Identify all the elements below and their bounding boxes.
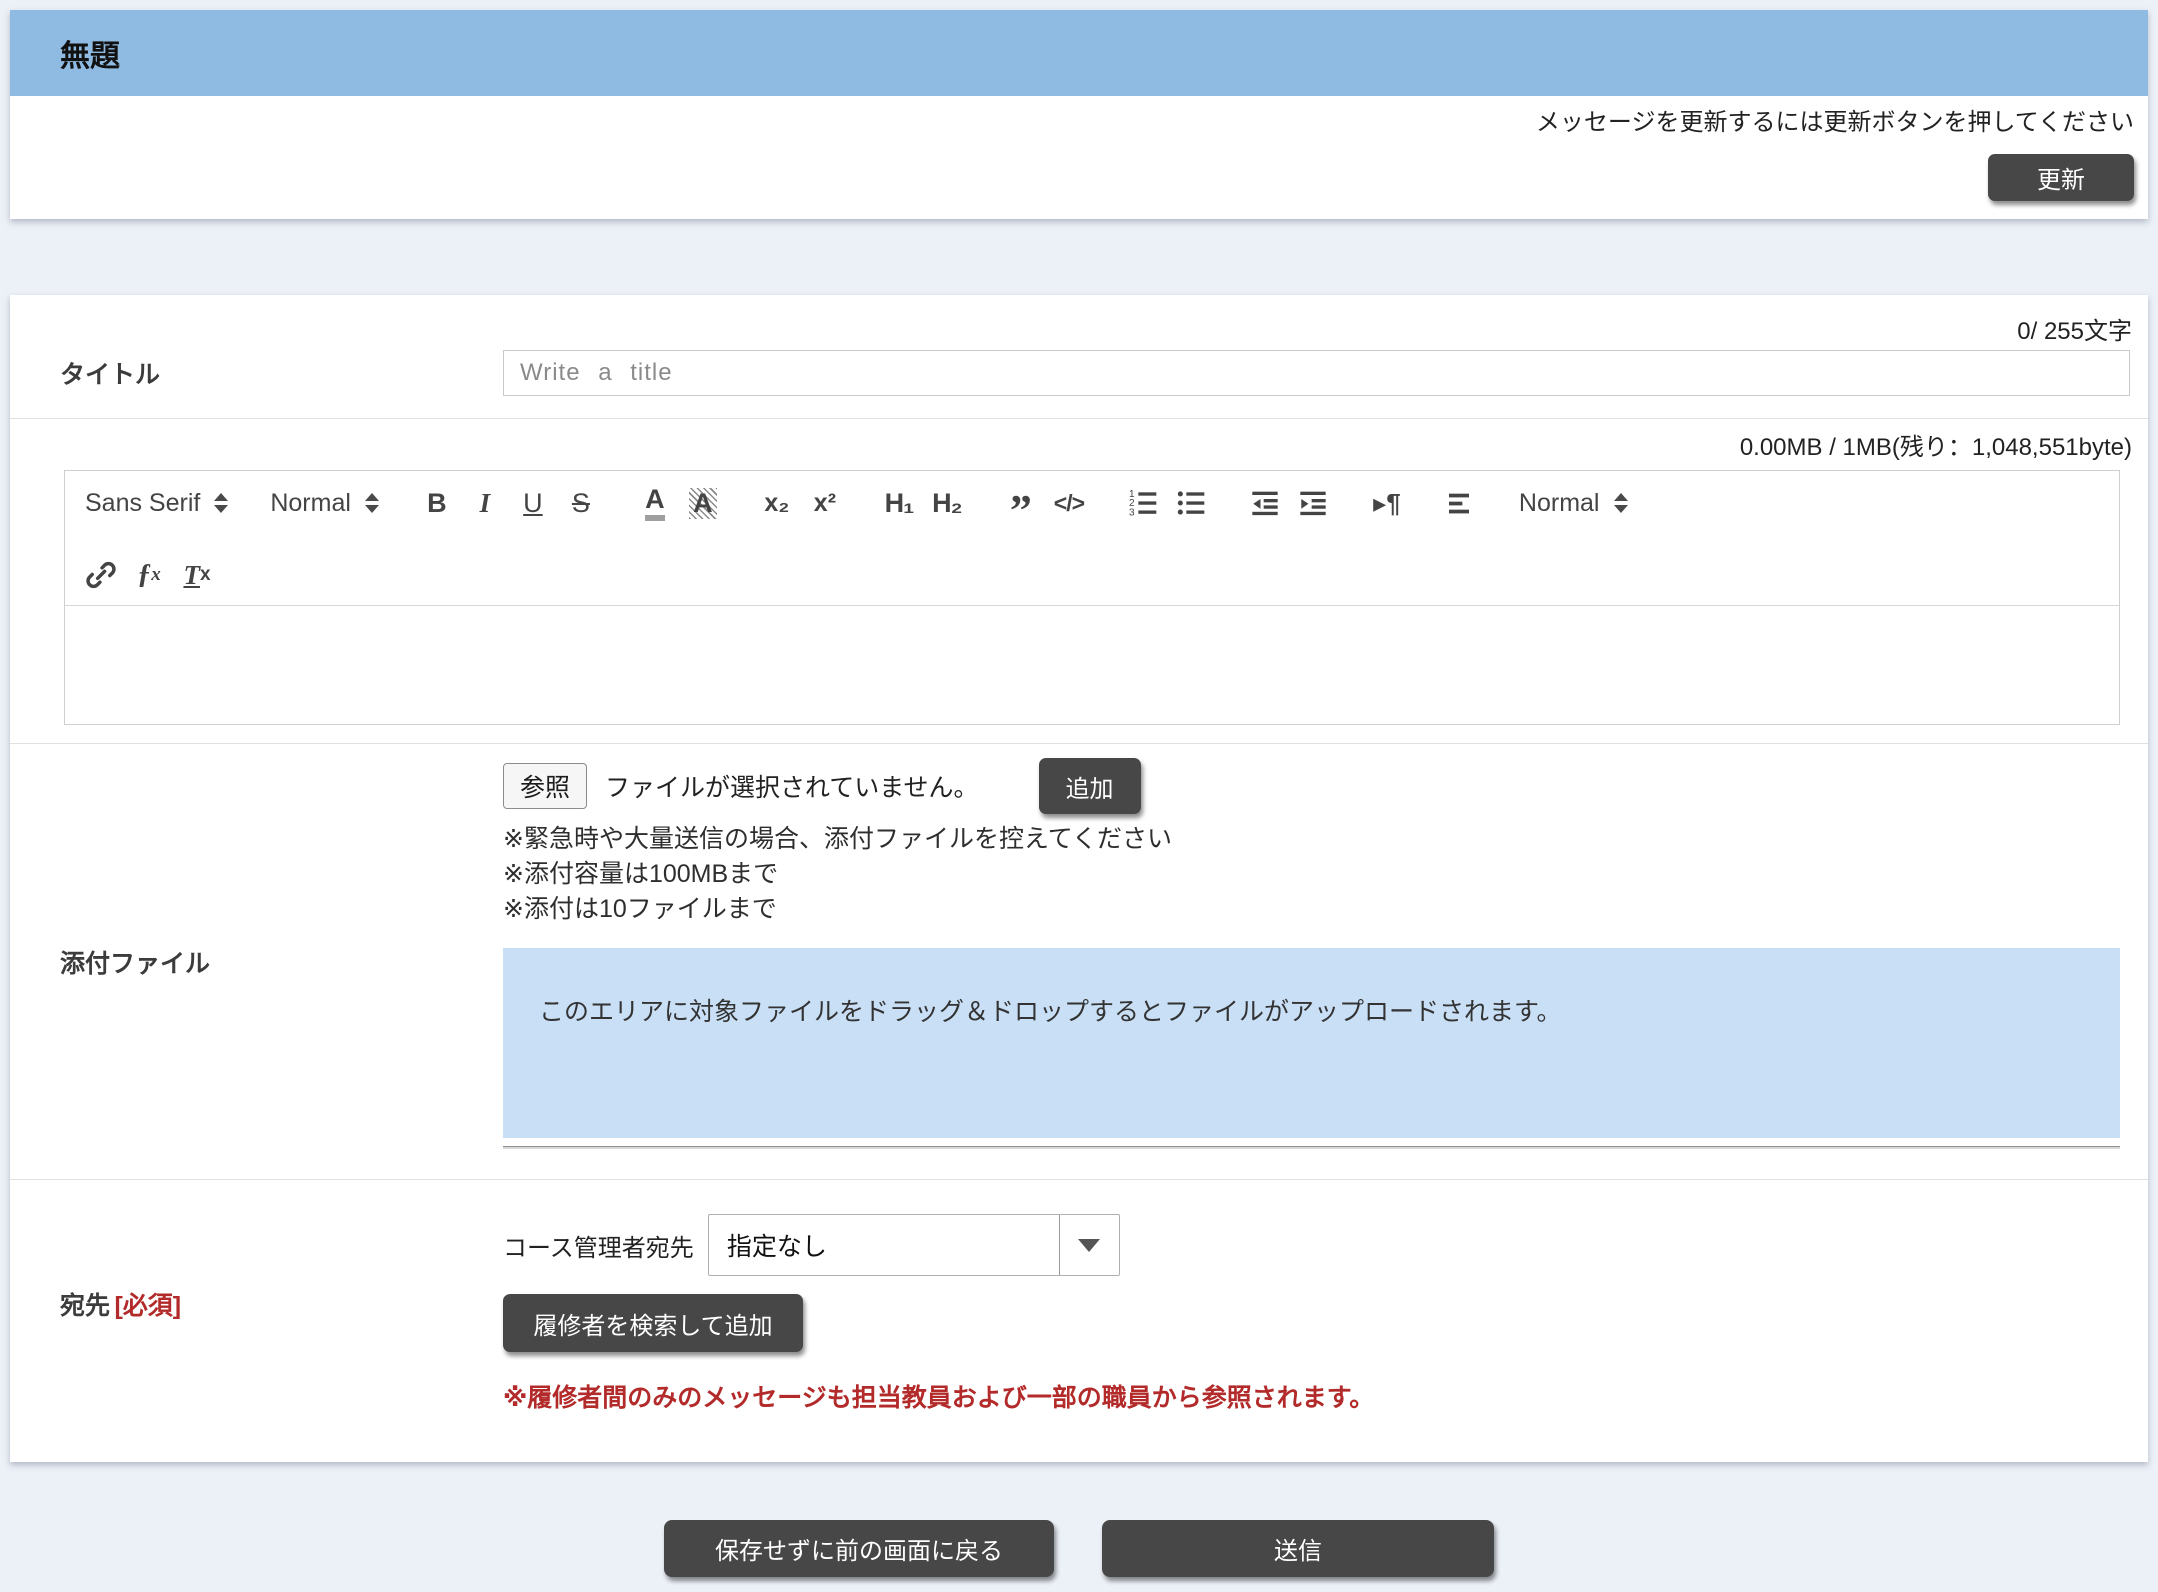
attachments-label: 添付ファイル: [60, 944, 503, 980]
bullet-list-icon[interactable]: [1169, 483, 1213, 523]
chevron-down-icon: [1078, 1239, 1100, 1252]
back-button[interactable]: 保存せずに前の画面に戻る: [664, 1520, 1054, 1577]
title-input[interactable]: [503, 350, 2130, 396]
title-char-counter: 0/ 255文字: [10, 295, 2148, 346]
add-file-button[interactable]: 追加: [1039, 758, 1141, 814]
required-badge: [必須]: [114, 1292, 181, 1320]
recipients-warning: ※履修者間のみのメッセージも担当教員および一部の職員から参照されます。: [503, 1378, 2120, 1414]
message-title: 無題: [60, 31, 120, 75]
heading-picker-label: Normal: [270, 489, 351, 518]
update-hint-text: メッセージを更新するには更新ボタンを押してください: [1536, 106, 2134, 140]
search-students-button[interactable]: 履修者を検索して追加: [503, 1294, 803, 1352]
picker-arrows-icon: [365, 493, 379, 513]
font-picker[interactable]: Sans Serif: [79, 483, 234, 523]
line-height-picker-label: Normal: [1519, 489, 1600, 518]
select-arrow-zone[interactable]: [1059, 1215, 1119, 1275]
message-header-panel: 無題 メッセージを更新するには更新ボタンを押してください 更新: [10, 10, 2148, 219]
attachments-section: 添付ファイル 参照 ファイルが選択されていません。 追加 ※緊急時や大量送信の場…: [10, 744, 2148, 1180]
superscript-icon[interactable]: x²: [803, 483, 847, 523]
text-color-icon[interactable]: A: [633, 483, 677, 523]
picker-arrows-icon: [214, 493, 228, 513]
course-admin-label: コース管理者宛先: [503, 1228, 694, 1263]
text-direction-icon[interactable]: ▸¶: [1365, 483, 1409, 523]
title-row: タイトル: [10, 346, 2148, 419]
attach-note-1: ※緊急時や大量送信の場合、添付ファイルを控えてください: [503, 822, 2120, 856]
attach-note-2: ※添付容量は100MBまで: [503, 857, 2120, 891]
message-header-body: メッセージを更新するには更新ボタンを押してください 更新: [10, 96, 2148, 219]
editor-toolbar: Sans Serif Normal B I U S: [65, 471, 2119, 606]
compose-form-panel: 0/ 255文字 タイトル 0.00MB / 1MB(残り：1,048,551b…: [10, 295, 2148, 1462]
link-icon[interactable]: [79, 555, 123, 595]
attach-note-3: ※添付は10ファイルまで: [503, 892, 2120, 926]
subscript-icon[interactable]: x₂: [755, 483, 799, 523]
body-size-info: 0.00MB / 1MB(残り：1,048,551byte): [10, 427, 2148, 462]
heading-picker[interactable]: Normal: [264, 483, 385, 523]
bold-icon[interactable]: B: [415, 483, 459, 523]
recipients-section: 宛先 [必須] コース管理者宛先 指定なし 履修者を検索して追加 ※履修者間のみ…: [10, 1180, 2148, 1458]
formula-icon[interactable]: ƒx: [127, 555, 171, 595]
upload-progress-bar: [503, 1146, 2120, 1149]
body-editor-section: 0.00MB / 1MB(残り：1,048,551byte) Sans Seri…: [10, 419, 2148, 744]
blockquote-icon[interactable]: ”: [999, 483, 1043, 523]
update-button[interactable]: 更新: [1988, 154, 2134, 201]
footer-actions: 保存せずに前の画面に戻る 送信: [0, 1520, 2158, 1577]
underline-icon[interactable]: U: [511, 483, 555, 523]
ordered-list-icon[interactable]: 123: [1121, 483, 1165, 523]
indent-icon[interactable]: [1291, 483, 1335, 523]
message-body-input[interactable]: [65, 606, 2119, 724]
course-admin-select[interactable]: 指定なし: [708, 1214, 1120, 1276]
title-label: タイトル: [60, 355, 503, 391]
recipients-label: 宛先: [60, 1286, 110, 1322]
rich-text-editor: Sans Serif Normal B I U S: [64, 470, 2120, 725]
no-file-text: ファイルが選択されていません。: [605, 768, 979, 804]
outdent-icon[interactable]: [1243, 483, 1287, 523]
file-dropzone[interactable]: このエリアに対象ファイルをドラッグ＆ドロップするとファイルがアップロードされます…: [503, 948, 2120, 1138]
align-icon[interactable]: [1439, 483, 1483, 523]
clean-format-icon[interactable]: Tx: [175, 555, 219, 595]
browse-button[interactable]: 参照: [503, 763, 587, 809]
line-height-picker[interactable]: Normal: [1513, 483, 1634, 523]
heading1-icon[interactable]: H₁: [877, 483, 921, 523]
message-titlebar: 無題: [10, 10, 2148, 96]
send-button[interactable]: 送信: [1102, 1520, 1494, 1577]
course-admin-selected-value: 指定なし: [709, 1227, 1059, 1263]
italic-icon[interactable]: I: [463, 483, 507, 523]
highlight-color-icon[interactable]: A: [681, 483, 725, 523]
code-block-icon[interactable]: </>: [1047, 483, 1091, 523]
file-select-row: 参照 ファイルが選択されていません。 追加: [503, 758, 2120, 814]
strike-icon[interactable]: S: [559, 483, 603, 523]
font-picker-label: Sans Serif: [85, 489, 200, 518]
picker-arrows-icon: [1614, 493, 1628, 513]
heading2-icon[interactable]: H₂: [925, 483, 969, 523]
svg-text:3: 3: [1129, 507, 1135, 518]
